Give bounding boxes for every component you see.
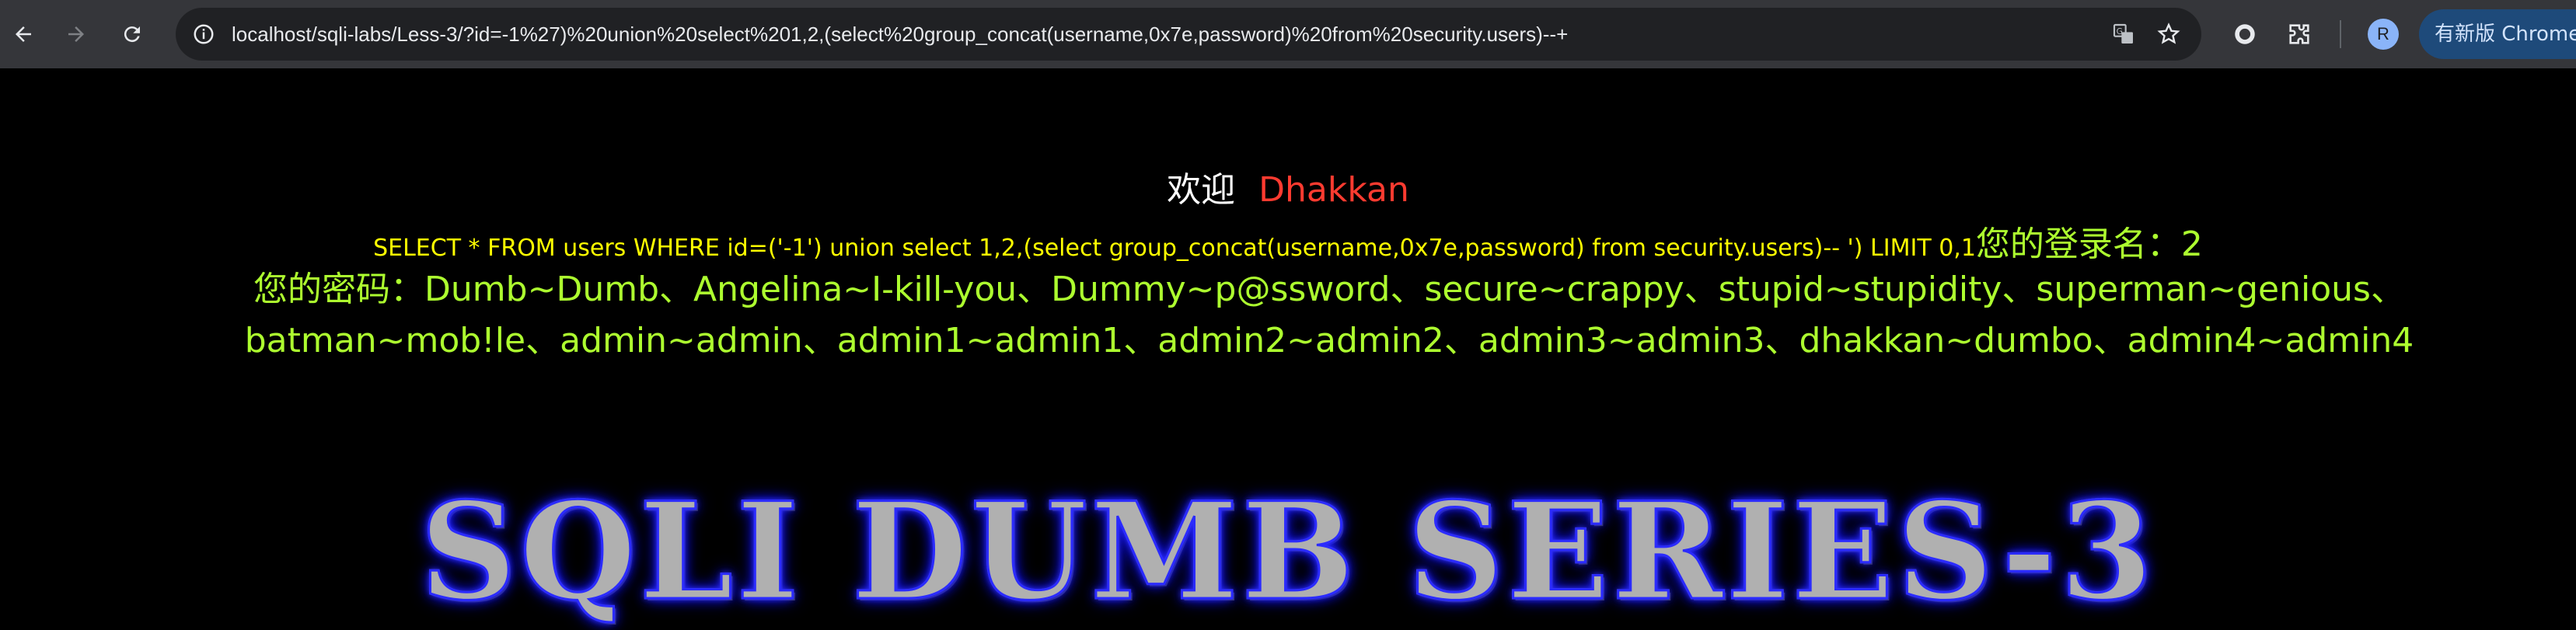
sql-query-text: SELECT * FROM users WHERE id=('-1') unio…	[373, 235, 1976, 262]
extension-record-icon	[2235, 24, 2255, 44]
forward-icon	[68, 26, 84, 42]
bookmark-button[interactable]	[2150, 16, 2187, 53]
series-banner: SQLI DUMB SERIES-3	[0, 472, 2576, 630]
password-label: 您的密码：	[253, 270, 425, 309]
welcome-label: 欢迎	[1167, 170, 1236, 210]
browser-toolbar: localhost/sqli-labs/Less-3/?id=-1%27)%20…	[0, 0, 2576, 68]
bookmark-star-icon	[2157, 23, 2180, 44]
chrome-update-button[interactable]: 有新版 Chrome	[2419, 9, 2576, 59]
site-info-button[interactable]	[185, 16, 222, 53]
url-text[interactable]: localhost/sqli-labs/Less-3/?id=-1%27)%20…	[232, 8, 2222, 61]
query-and-login-line: SELECT * FROM users WHERE id=('-1') unio…	[0, 216, 2576, 266]
welcome-name: Dhakkan	[1258, 170, 1409, 210]
translate-icon: G	[2113, 23, 2133, 44]
extensions-puzzle-icon	[2289, 24, 2309, 44]
svg-text:G: G	[2117, 26, 2123, 37]
extensions-button[interactable]	[2281, 16, 2318, 53]
password-line: 您的密码：Dumb~Dumb、Angelina~I-kill-you、Dummy…	[101, 264, 2557, 367]
profile-avatar[interactable]: R	[2368, 19, 2399, 50]
translate-button[interactable]: G	[2105, 16, 2142, 53]
login-name-label: 您的登录名：	[1975, 225, 2181, 264]
address-bar[interactable]: localhost/sqli-labs/Less-3/?id=-1%27)%20…	[176, 8, 2201, 61]
extension-record-button[interactable]	[2226, 16, 2264, 53]
back-icon	[16, 26, 31, 42]
reload-button[interactable]	[113, 16, 151, 53]
reload-icon	[124, 26, 140, 43]
password-value: Dumb~Dumb、Angelina~I-kill-you、Dummy~p@ss…	[244, 270, 2414, 360]
page-content: 欢迎 Dhakkan SELECT * FROM users WHERE id=(…	[0, 68, 2576, 630]
login-name-value: 2	[2180, 225, 2203, 264]
toolbar-divider	[2340, 20, 2341, 48]
forward-button[interactable]	[58, 16, 95, 53]
back-button[interactable]	[5, 16, 42, 53]
site-info-icon	[194, 24, 214, 44]
welcome-line: 欢迎 Dhakkan	[0, 162, 2576, 211]
